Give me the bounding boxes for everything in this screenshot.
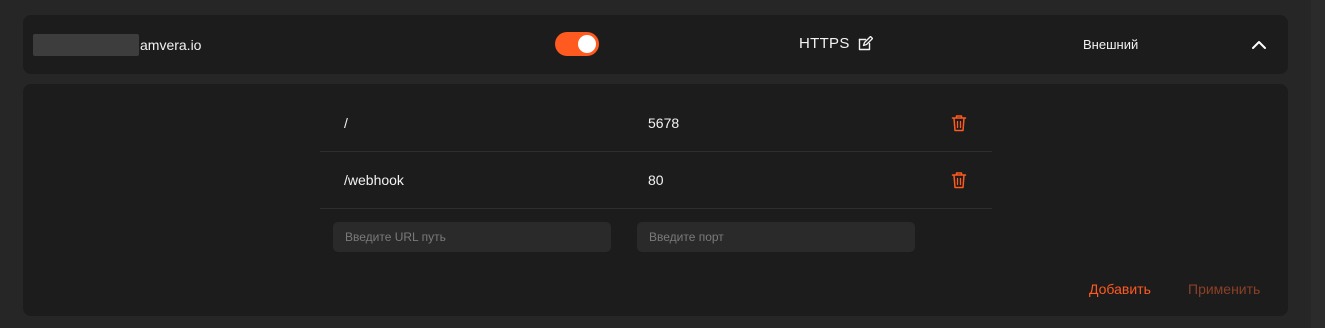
page: amvera.io HTTPS Внешний / 5678 /webhook … <box>0 0 1325 328</box>
edit-icon[interactable] <box>857 35 873 52</box>
route-row: /webhook 80 <box>320 152 992 209</box>
domain-header: amvera.io HTTPS Внешний <box>23 15 1288 74</box>
port-input[interactable] <box>637 222 915 252</box>
domain: amvera.io <box>33 33 201 57</box>
protocol: HTTPS <box>799 35 873 52</box>
route-path: /webhook <box>344 172 404 188</box>
scope-label: Внешний <box>1083 37 1139 52</box>
url-path-input[interactable] <box>333 222 611 252</box>
routes-panel: / 5678 /webhook 80 Добавить Применить <box>23 84 1288 316</box>
domain-suffix: amvera.io <box>140 37 202 53</box>
trash-icon[interactable] <box>951 171 967 189</box>
protocol-label: HTTPS <box>799 35 850 52</box>
route-port: 5678 <box>648 115 680 131</box>
chevron-up-icon[interactable] <box>1249 35 1269 55</box>
route-row: / 5678 <box>320 95 992 152</box>
redacted-domain-prefix <box>33 34 139 56</box>
route-path: / <box>344 115 348 131</box>
trash-icon[interactable] <box>951 114 967 132</box>
domain-enabled-toggle[interactable] <box>555 32 599 56</box>
scrollbar-track[interactable] <box>1311 0 1325 328</box>
toggle-knob <box>578 35 596 53</box>
add-button[interactable]: Добавить <box>1089 281 1151 297</box>
route-port: 80 <box>648 172 664 188</box>
apply-button[interactable]: Применить <box>1188 281 1260 297</box>
